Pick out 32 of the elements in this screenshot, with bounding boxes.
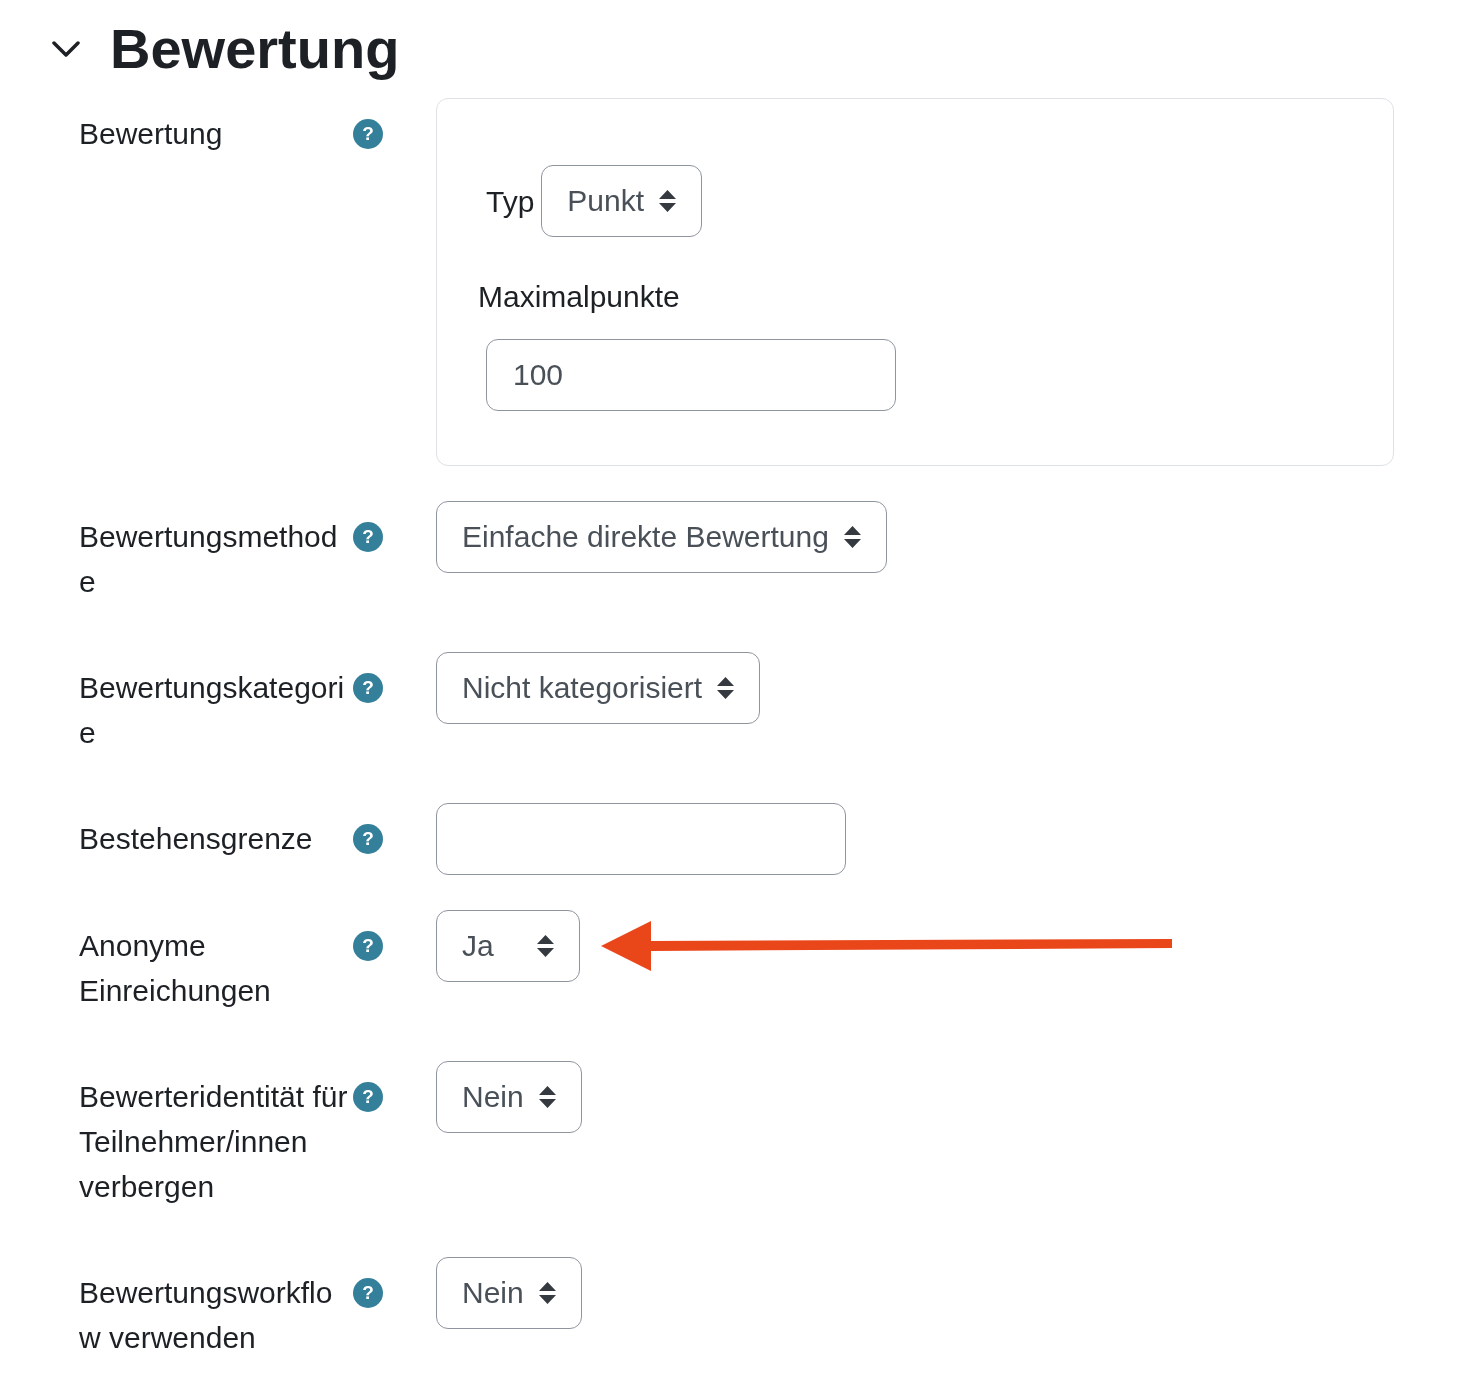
field-label: Bewerteridentität für Teilnehmer/innen verbergen <box>79 1079 349 1205</box>
sort-arrows-icon <box>659 190 677 212</box>
dropdown-select[interactable]: Ja <box>436 910 580 982</box>
dropdown-select[interactable]: Einfache direkte Bewertung <box>436 501 887 573</box>
input-field[interactable] <box>436 803 846 875</box>
help-button[interactable]: ? <box>353 118 383 149</box>
field-label: Anonyme Einreichungen <box>79 928 272 1009</box>
field-label: Maximalpunkte <box>478 279 680 315</box>
sort-arrows-icon <box>538 1282 556 1304</box>
field-label: Bewertungsmethode <box>79 519 339 600</box>
dropdown-select[interactable]: Nein <box>436 1257 582 1329</box>
sort-arrows-icon <box>537 935 554 957</box>
dropdown-select[interactable]: Punkt <box>541 165 703 237</box>
field-label: Bewertungskategorie <box>79 670 346 751</box>
help-button[interactable]: ? <box>353 672 383 703</box>
field-label: Bewertungsworkflow verwenden <box>79 1275 334 1356</box>
help-button[interactable]: ? <box>353 1277 383 1308</box>
sort-arrows-icon <box>843 526 861 548</box>
field-label: Bestehensgrenze <box>79 821 314 857</box>
dropdown-select[interactable]: Nein <box>436 1061 582 1133</box>
sort-arrows-icon <box>717 677 735 699</box>
field-label: Bewertung <box>79 116 224 152</box>
field-label: Typ <box>486 183 535 220</box>
chevron-down-icon[interactable] <box>52 40 80 57</box>
help-button[interactable]: ? <box>353 930 383 961</box>
input-field[interactable]: 100 <box>486 339 896 411</box>
help-button[interactable]: ? <box>353 1081 383 1112</box>
help-button[interactable]: ? <box>353 823 383 854</box>
help-button[interactable]: ? <box>353 521 383 552</box>
section-heading: Bewertung <box>110 16 400 82</box>
sort-arrows-icon <box>538 1086 556 1108</box>
dropdown-select[interactable]: Nicht kategorisiert <box>436 652 761 724</box>
